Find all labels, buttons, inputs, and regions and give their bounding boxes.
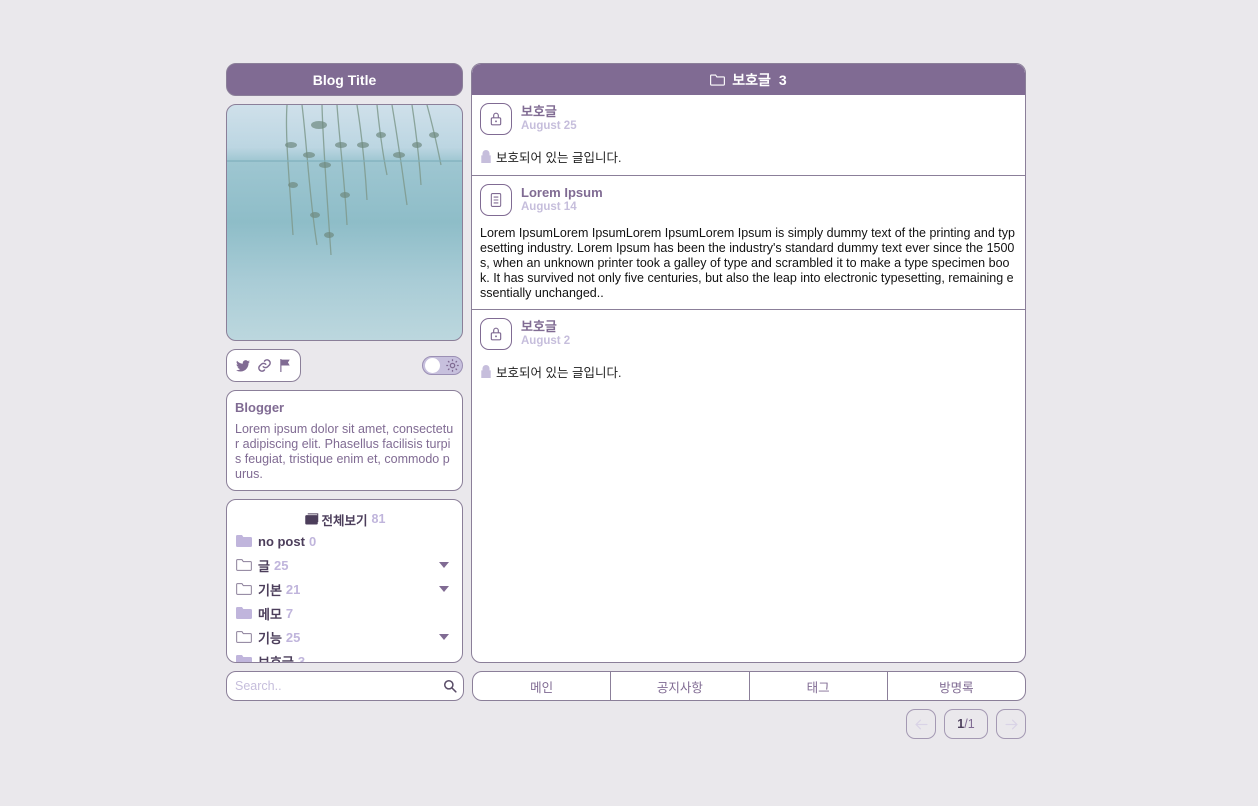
category-header-count: 3 [778,71,787,88]
link-icon[interactable] [257,358,272,373]
search-input[interactable] [233,678,443,694]
category-header-title: 보호글 [732,71,771,88]
post-excerpt: Lorem IpsumLorem IpsumLorem IpsumLorem I… [480,226,1015,300]
category-all-count: 81 [371,512,386,526]
theme-toggle[interactable] [422,356,463,375]
post-item[interactable]: 보호글 August 2 보호되어 있는 글입니다. [472,310,1025,390]
search-icon[interactable] [443,679,457,693]
protected-text: 보호되어 있는 글입니다. [496,366,622,380]
category-count: 0 [308,533,317,549]
category-count: 7 [285,605,294,621]
tab-notice[interactable]: 공지사항 [611,672,750,700]
next-page-button[interactable] [996,709,1026,739]
folder-icon [710,73,726,86]
tab-main[interactable]: 메인 [473,672,612,700]
document-icon [480,184,512,216]
category-all-label: 전체보기 [321,513,368,528]
post-date: August 14 [521,201,577,213]
category-item-memo[interactable]: 메모 7 [236,601,453,625]
category-count: 21 [285,581,301,597]
category-all[interactable]: 전체보기 81 [236,509,453,529]
lock-icon [480,365,492,378]
chevron-down-icon[interactable] [439,634,449,640]
tab-guestbook[interactable]: 방명록 [888,672,1025,700]
social-links [226,349,301,382]
prev-page-button[interactable] [906,709,936,739]
lock-icon [480,318,512,350]
chevron-down-icon[interactable] [439,562,449,568]
arrow-left-icon [914,719,928,730]
category-item-geul[interactable]: 글 25 [236,553,453,577]
folder-outline-icon [236,583,252,595]
category-header: 보호글 3 [472,64,1025,95]
category-item-no-post[interactable]: no post 0 [236,529,453,553]
total-pages: /1 [964,717,975,731]
chevron-down-icon[interactable] [439,586,449,592]
page-indicator: 1/1 [944,709,988,739]
blog-title[interactable]: Blog Title [226,63,463,96]
post-date: August 25 [521,120,577,132]
search-box [226,671,464,701]
current-page: 1 [957,717,965,731]
category-name: 보호글 [258,654,294,663]
post-title[interactable]: 보호글 [521,104,577,119]
category-name: 기본 [258,582,282,598]
post-title[interactable]: 보호글 [521,319,570,334]
tab-tags[interactable]: 태그 [750,672,888,700]
lock-icon [480,150,492,163]
post-date: August 2 [521,335,571,347]
blogger-bio: Lorem ipsum dolor sit amet, consectetur … [235,422,454,481]
post-item[interactable]: Lorem Ipsum August 14 Lorem IpsumLorem I… [472,176,1025,310]
category-name: 기능 [258,630,282,646]
post-list-panel: 보호글 3 보호글 August 25 보호되어 있는 글입니다. Lorem … [471,63,1026,663]
category-item-gineung[interactable]: 기능 25 [236,625,453,649]
toggle-knob [425,358,440,373]
category-count: 25 [285,629,301,645]
category-item-gibon[interactable]: 기본 21 [236,577,453,601]
profile-card: Blogger Lorem ipsum dolor sit amet, cons… [226,390,463,491]
category-name: 글 [258,558,270,574]
category-item-bohogeul[interactable]: 보호글 3 [236,649,453,663]
bottom-nav: 메인 공지사항 태그 방명록 [472,671,1026,701]
hero-image [226,104,463,341]
category-count: 25 [273,557,289,573]
folder-outline-icon [236,631,252,643]
protected-text: 보호되어 있는 글입니다. [496,151,622,165]
folders-icon [304,512,319,526]
folder-filled-icon [236,655,252,662]
folder-outline-icon [236,559,252,571]
category-list: 전체보기 81 no post 0 글 25 기본 21 메모 7 기능 25 … [226,499,463,663]
twitter-icon[interactable] [236,359,251,372]
lock-icon [480,103,512,135]
blogger-name: Blogger [235,400,285,415]
post-title[interactable]: Lorem Ipsum [521,185,603,200]
category-name: 메모 [258,606,282,622]
category-name: no post [258,533,305,549]
gear-icon [445,358,460,378]
arrow-right-icon [1004,719,1018,730]
post-item[interactable]: 보호글 August 25 보호되어 있는 글입니다. [472,95,1025,176]
folder-filled-icon [236,607,252,619]
category-count: 3 [297,653,306,663]
flag-icon[interactable] [279,359,291,372]
folder-filled-icon [236,535,252,547]
